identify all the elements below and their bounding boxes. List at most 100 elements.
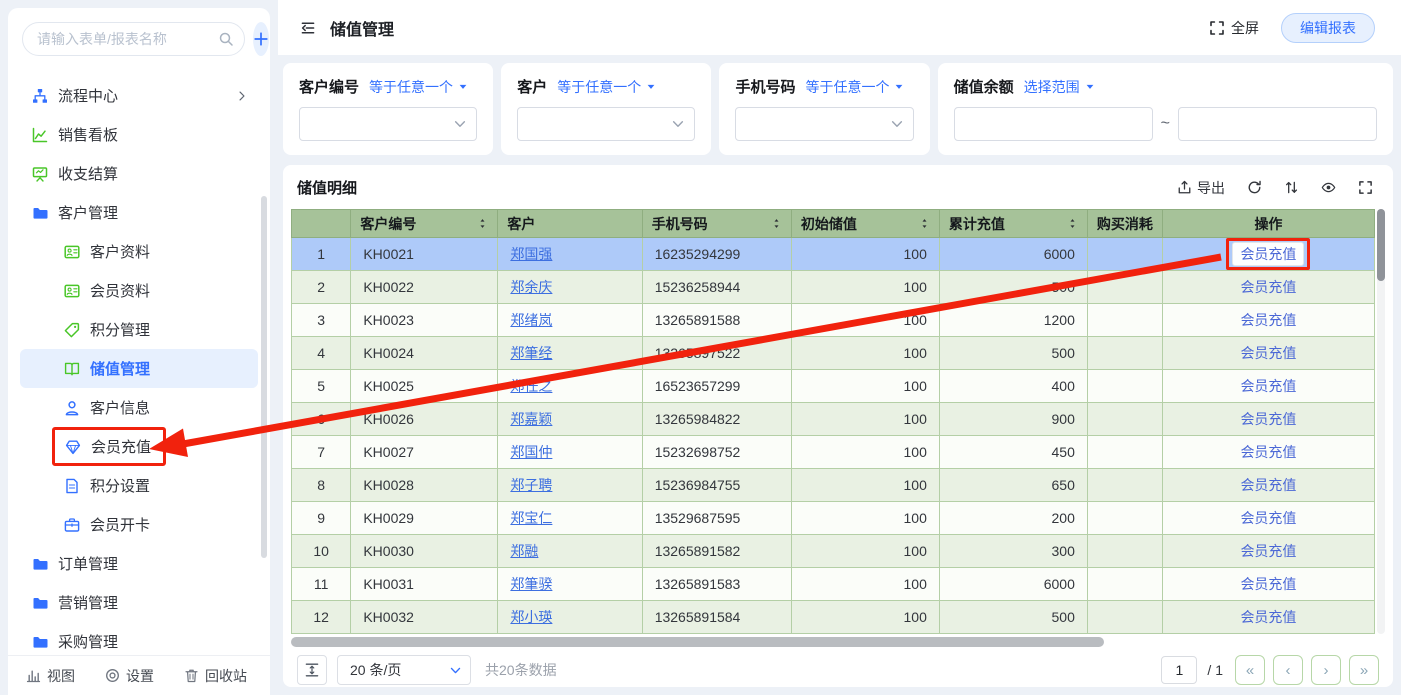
collapse-icon[interactable] (300, 20, 316, 36)
column-header-1[interactable]: 客户编号 (351, 210, 498, 238)
table-row-5[interactable]: 5KH0025郑任之16523657299100400会员充值 (292, 370, 1375, 403)
sidebar-footer-item-0[interactable]: 视图 (26, 666, 75, 686)
sidebar-item-inner: 会员开卡 (64, 514, 150, 535)
vertical-scroll-thumb[interactable] (1377, 209, 1385, 281)
page-size-select[interactable]: 20 条/页 (337, 655, 471, 685)
prev-page-button[interactable]: ‹ (1273, 655, 1303, 685)
filter-select[interactable] (517, 107, 695, 141)
filter-operator-dropdown[interactable]: 等于任意一个 (557, 77, 656, 97)
next-page-button[interactable]: › (1311, 655, 1341, 685)
range-min-input[interactable] (954, 107, 1153, 141)
sidebar-item-2[interactable]: 收支结算 (20, 154, 258, 193)
sidebar-footer-item-1[interactable]: 设置 (105, 666, 154, 686)
sort-col-icon[interactable] (771, 217, 782, 230)
customer-name-link[interactable]: 郑筆经 (510, 345, 552, 361)
sidebar-item-6[interactable]: 积分管理 (20, 310, 258, 349)
sidebar-item-12[interactable]: 订单管理 (20, 544, 258, 583)
table-row-1[interactable]: 1KH0021郑国强162352942991006000会员充值 (292, 238, 1375, 271)
table-row-4[interactable]: 4KH0024郑筆经13265897522100500会员充值 (292, 337, 1375, 370)
sidebar-item-7[interactable]: 储值管理 (20, 349, 258, 388)
member-recharge-button[interactable]: 会员充值 (1232, 242, 1304, 266)
page-number-input[interactable] (1161, 656, 1197, 684)
search-box[interactable] (22, 22, 245, 56)
customer-name-link[interactable]: 郑嘉颖 (510, 411, 552, 427)
sidebar-item-4[interactable]: 客户资料 (20, 232, 258, 271)
column-header-3[interactable]: 手机号码 (642, 210, 791, 238)
sidebar-item-5[interactable]: 会员资料 (20, 271, 258, 310)
refresh-button[interactable] (1247, 180, 1262, 195)
folder-icon (32, 556, 48, 572)
member-recharge-link[interactable]: 会员充值 (1240, 246, 1296, 262)
table-fullscreen-button[interactable] (1358, 180, 1373, 195)
member-recharge-link[interactable]: 会员充值 (1240, 378, 1296, 394)
sidebar-item-0[interactable]: 流程中心 (20, 76, 258, 115)
sidebar-footer-item-2[interactable]: 回收站 (184, 666, 247, 686)
sort-col-icon[interactable] (1067, 217, 1078, 230)
sidebar-item-1[interactable]: 销售看板 (20, 115, 258, 154)
visibility-button[interactable] (1321, 180, 1336, 195)
customer-name-link[interactable]: 郑宝仁 (510, 510, 552, 526)
caret-down-icon (894, 82, 904, 92)
member-recharge-link[interactable]: 会员充值 (1240, 345, 1296, 361)
filter-operator-dropdown[interactable]: 等于任意一个 (369, 77, 468, 97)
sidebar-item-9[interactable]: 会员充值 (20, 427, 258, 466)
customer-name-link[interactable]: 郑筆骙 (510, 576, 552, 592)
sidebar-item-11[interactable]: 会员开卡 (20, 505, 258, 544)
last-page-button[interactable]: » (1349, 655, 1379, 685)
add-button[interactable] (253, 22, 269, 56)
sidebar-scrollbar[interactable] (261, 196, 267, 558)
member-recharge-link[interactable]: 会员充值 (1240, 576, 1296, 592)
sidebar-item-13[interactable]: 营销管理 (20, 583, 258, 622)
range-max-input[interactable] (1178, 107, 1377, 141)
first-page-button[interactable]: « (1235, 655, 1265, 685)
sidebar-item-8[interactable]: 客户信息 (20, 388, 258, 427)
filter-select[interactable] (735, 107, 913, 141)
export-button[interactable]: 导出 (1177, 178, 1225, 198)
customer-name-link[interactable]: 郑小瑛 (510, 609, 552, 625)
row-height-button[interactable] (297, 655, 327, 685)
customer-name-link[interactable]: 郑子聘 (510, 477, 552, 493)
edit-report-button[interactable]: 编辑报表 (1281, 13, 1375, 43)
sidebar-item-3[interactable]: 客户管理 (20, 193, 258, 232)
member-recharge-link[interactable]: 会员充值 (1240, 312, 1296, 328)
member-recharge-link[interactable]: 会员充值 (1240, 411, 1296, 427)
table-horizontal-scrollbar[interactable] (291, 637, 1375, 647)
table-row-11[interactable]: 11KH0031郑筆骙132658915831006000会员充值 (292, 568, 1375, 601)
table-row-2[interactable]: 2KH0022郑余庆15236258944100500会员充值 (292, 271, 1375, 304)
table-row-10[interactable]: 10KH0030郑融13265891582100300会员充值 (292, 535, 1375, 568)
customer-name-link[interactable]: 郑任之 (510, 378, 552, 394)
sort-col-icon[interactable] (477, 217, 488, 230)
sidebar-item-label: 会员资料 (90, 280, 150, 301)
customer-name-link[interactable]: 郑绪岚 (510, 312, 552, 328)
member-recharge-link[interactable]: 会员充值 (1240, 609, 1296, 625)
table-row-9[interactable]: 9KH0029郑宝仁13529687595100200会员充值 (292, 502, 1375, 535)
fullscreen-button[interactable]: 全屏 (1209, 18, 1259, 38)
cell-purchase-consume (1087, 337, 1162, 370)
table-vertical-scrollbar[interactable] (1377, 209, 1385, 634)
horizontal-scroll-thumb[interactable] (291, 637, 1104, 647)
member-recharge-link[interactable]: 会员充值 (1240, 543, 1296, 559)
table-row-7[interactable]: 7KH0027郑国仲15232698752100450会员充值 (292, 436, 1375, 469)
sort-button[interactable] (1284, 180, 1299, 195)
member-recharge-link[interactable]: 会员充值 (1240, 510, 1296, 526)
customer-name-link[interactable]: 郑余庆 (510, 279, 552, 295)
column-header-4[interactable]: 初始储值 (791, 210, 939, 238)
table-row-3[interactable]: 3KH0023郑绪岚132658915881001200会员充值 (292, 304, 1375, 337)
member-recharge-link[interactable]: 会员充值 (1240, 477, 1296, 493)
filter-select[interactable] (299, 107, 477, 141)
filter-operator-dropdown[interactable]: 等于任意一个 (805, 77, 904, 97)
filter-operator-dropdown[interactable]: 选择范围 (1024, 77, 1095, 97)
customer-name-link[interactable]: 郑融 (510, 543, 538, 559)
search-input[interactable] (37, 31, 218, 47)
sidebar-item-10[interactable]: 积分设置 (20, 466, 258, 505)
member-recharge-link[interactable]: 会员充值 (1240, 279, 1296, 295)
column-header-5[interactable]: 累计充值 (939, 210, 1087, 238)
member-recharge-link[interactable]: 会员充值 (1240, 444, 1296, 460)
sort-col-icon[interactable] (919, 217, 930, 230)
table-row-6[interactable]: 6KH0026郑嘉颖13265984822100900会员充值 (292, 403, 1375, 436)
customer-name-link[interactable]: 郑国仲 (510, 444, 552, 460)
sidebar-item-14[interactable]: 采购管理 (20, 622, 258, 653)
customer-name-link[interactable]: 郑国强 (510, 246, 552, 262)
table-row-12[interactable]: 12KH0032郑小瑛13265891584100500会员充值 (292, 601, 1375, 634)
table-row-8[interactable]: 8KH0028郑子聘15236984755100650会员充值 (292, 469, 1375, 502)
